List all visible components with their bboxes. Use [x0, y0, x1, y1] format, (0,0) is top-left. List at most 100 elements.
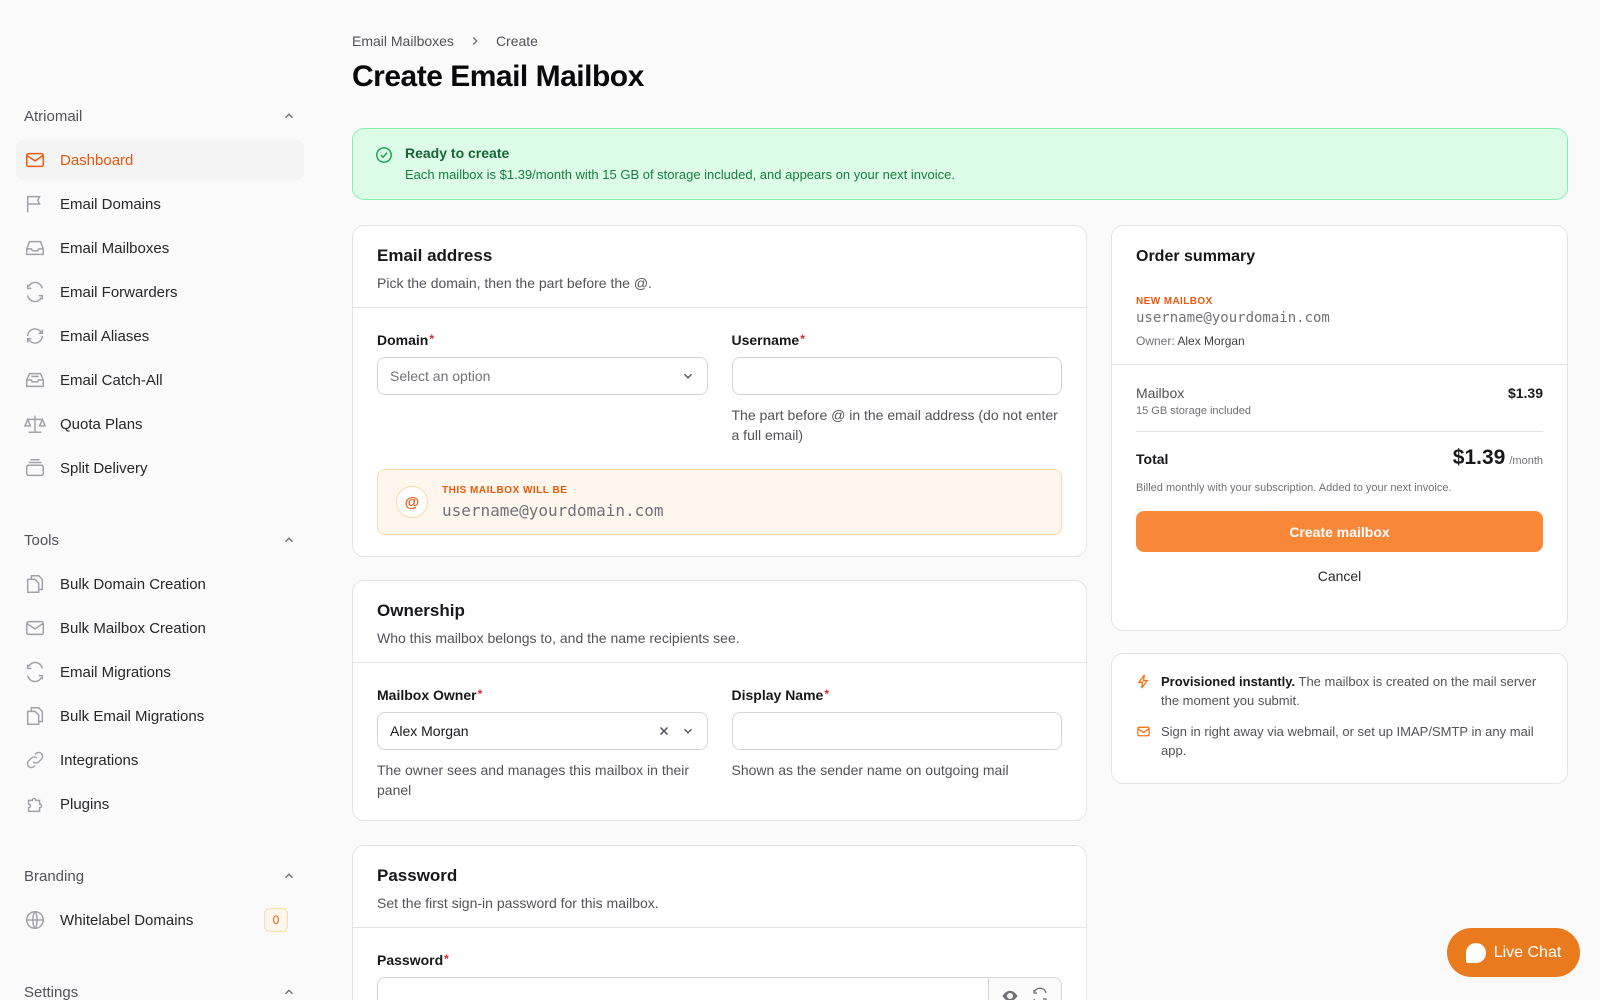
new-mailbox-label: NEW MAILBOX [1136, 296, 1213, 307]
sidebar-item-integrations[interactable]: Integrations [16, 740, 304, 780]
order-summary-card: Order summary NEW MAILBOX username@yourd… [1111, 225, 1568, 631]
username-input[interactable] [731, 357, 1062, 395]
sidebar-item-dashboard[interactable]: Dashboard [16, 140, 304, 180]
tray-icon [26, 372, 44, 388]
chat-bubble-icon [1465, 942, 1486, 963]
sidebar-item-quota-plans[interactable]: Quota Plans [16, 404, 304, 444]
sidebar-item-email-forwarders[interactable]: Email Forwarders [16, 272, 304, 312]
at-icon: @ [396, 486, 428, 518]
files-icon [26, 707, 44, 725]
mail-icon [26, 620, 44, 636]
card-title: Email address [377, 246, 493, 265]
sidebar-group-title: Tools [24, 531, 60, 549]
chevron-up-icon [285, 873, 293, 879]
billing-note: Billed monthly with your subscription. A… [1136, 482, 1452, 494]
password-input[interactable] [378, 978, 988, 1000]
password-card: Password Set the first sign-in password … [352, 845, 1087, 1000]
sidebar: Atriomail Dashboard Email Domains Email … [0, 0, 320, 1000]
info-card: Provisioned instantly. The mailbox is cr… [1111, 653, 1568, 784]
display-name-input[interactable] [731, 712, 1062, 750]
sidebar-item-label: Email Aliases [60, 327, 150, 345]
sidebar-group-atriomail[interactable]: Atriomail [16, 96, 304, 136]
regenerate-icon[interactable] [1031, 987, 1049, 1000]
owner-select[interactable]: Alex Morgan [377, 712, 708, 750]
sidebar-group-branding[interactable]: Branding [16, 856, 304, 896]
sidebar-item-label: Email Domains [60, 195, 161, 213]
domain-select[interactable]: Select an option [377, 357, 708, 395]
chevron-up-icon [285, 537, 293, 543]
owner-value: Alex Morgan [390, 723, 469, 739]
clear-icon[interactable] [657, 724, 671, 738]
ownership-card: Ownership Who this mailbox belongs to, a… [352, 580, 1087, 821]
chevron-up-icon [285, 989, 293, 995]
total-label: Total [1136, 451, 1169, 467]
sidebar-item-label: Email Migrations [60, 663, 171, 681]
sidebar-item-email-migrations[interactable]: Email Migrations [16, 652, 304, 692]
chevron-up-icon [285, 113, 293, 119]
mail-icon [26, 152, 44, 168]
sidebar-group-tools[interactable]: Tools [16, 520, 304, 560]
live-chat-label: Live Chat [1493, 943, 1562, 961]
username-hint: The part before @ in the email address (… [731, 407, 1058, 443]
sidebar-group-title: Branding [24, 867, 85, 885]
sidebar-item-label: Bulk Mailbox Creation [60, 619, 206, 637]
globe-icon [26, 911, 44, 929]
owner-hint: The owner sees and manages this mailbox … [377, 762, 690, 798]
scale-icon [24, 415, 46, 433]
sidebar-item-plugins[interactable]: Plugins [16, 784, 304, 824]
sidebar-item-label: Email Mailboxes [60, 239, 170, 257]
preview-address: username@yourdomain.com [442, 500, 664, 520]
owner-label: Mailbox Owner* [377, 687, 483, 703]
total-amount: $1.39 [1452, 446, 1506, 469]
sidebar-item-label: Bulk Domain Creation [60, 575, 206, 593]
sidebar-item-bulk-email-migrations[interactable]: Bulk Email Migrations [16, 696, 304, 736]
sidebar-item-email-mailboxes[interactable]: Email Mailboxes [16, 228, 304, 268]
breadcrumb-parent-link[interactable]: Email Mailboxes [352, 33, 454, 49]
stack-icon [26, 459, 44, 477]
password-label: Password* [377, 952, 449, 968]
chevron-right-icon [472, 37, 478, 45]
chevron-down-icon [683, 728, 692, 734]
sidebar-item-label: Dashboard [60, 151, 134, 169]
sidebar-item-email-catch-all[interactable]: Email Catch-All [16, 360, 304, 400]
repeat-icon [26, 328, 44, 344]
sidebar-group-settings[interactable]: Settings [16, 972, 304, 1000]
refresh-icon [26, 281, 44, 303]
cancel-button[interactable]: Cancel [1136, 568, 1543, 584]
sidebar-item-whitelabel-domains[interactable]: Whitelabel Domains 0 [16, 900, 304, 940]
files-icon [26, 575, 44, 593]
summary-total: Total $1.39/month [1136, 446, 1543, 470]
eye-icon[interactable] [1001, 987, 1019, 1000]
sidebar-group-title: Settings [24, 983, 79, 1000]
link-icon [26, 751, 44, 769]
live-chat-button[interactable]: Live Chat [1447, 928, 1580, 977]
preview-caption: THIS MAILBOX WILL BE [442, 484, 568, 496]
card-subtitle: Who this mailbox belongs to, and the nam… [377, 630, 740, 646]
flag-icon [26, 195, 41, 213]
inbox-icon [26, 240, 44, 256]
alert-message: Each mailbox is $1.39/month with 15 GB o… [405, 167, 955, 182]
puzzle-icon [27, 797, 43, 813]
sidebar-item-bulk-domain-creation[interactable]: Bulk Domain Creation [16, 564, 304, 604]
sidebar-item-bulk-mailbox-creation[interactable]: Bulk Mailbox Creation [16, 608, 304, 648]
line-item-sub: 15 GB storage included [1136, 405, 1251, 417]
card-title: Password [377, 866, 458, 885]
count-badge: 0 [264, 908, 288, 932]
domain-placeholder: Select an option [390, 368, 491, 384]
info-signin: Sign in right away via webmail, or set u… [1136, 722, 1543, 760]
sidebar-item-split-delivery[interactable]: Split Delivery [16, 448, 304, 488]
sidebar-item-label: Integrations [60, 751, 139, 769]
info-provisioned: Provisioned instantly. The mailbox is cr… [1136, 672, 1543, 710]
breadcrumb-current: Create [495, 33, 538, 49]
summary-address: username@yourdomain.com [1136, 310, 1330, 326]
sidebar-item-label: Plugins [60, 795, 110, 813]
address-preview: @ THIS MAILBOX WILL BE username@yourdoma… [377, 469, 1062, 535]
card-title: Ownership [377, 601, 465, 620]
sidebar-item-label: Whitelabel Domains [60, 911, 194, 929]
summary-owner: Owner: Alex Morgan [1136, 334, 1245, 348]
sidebar-item-label: Email Forwarders [60, 283, 178, 301]
sidebar-item-email-domains[interactable]: Email Domains [16, 184, 304, 224]
create-mailbox-button[interactable]: Create mailbox [1136, 511, 1543, 552]
sidebar-item-email-aliases[interactable]: Email Aliases [16, 316, 304, 356]
line-item-price: $1.39 [1507, 385, 1543, 401]
